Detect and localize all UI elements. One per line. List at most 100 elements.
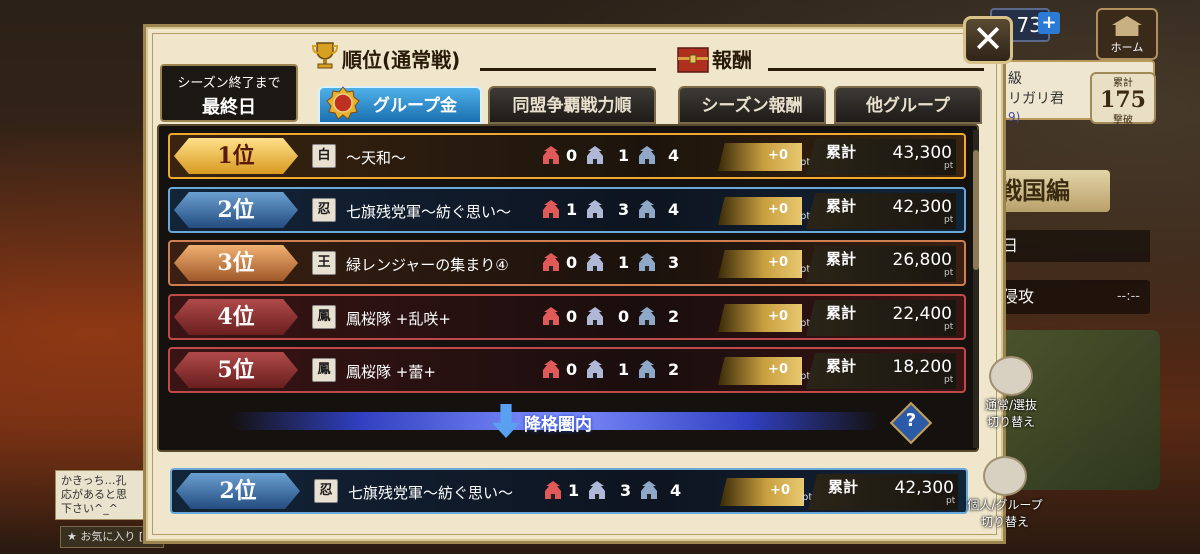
large-castle-icon	[589, 481, 605, 499]
group-switch-label-2: 切り替え	[980, 515, 1029, 529]
rank-badge: 3位	[174, 245, 298, 281]
group-switch-label-1: 個人/グループ	[967, 498, 1043, 512]
castle-count-small: 2	[668, 360, 680, 379]
defeat-count-unit: 撃破	[1113, 115, 1133, 126]
player-rank: 級	[1008, 71, 1022, 87]
reward-section-title: 報酬	[712, 48, 752, 72]
castle-count-large: 1	[618, 253, 630, 272]
group-name: 七旗残党軍〜紡ぐ思い〜	[348, 484, 514, 502]
castle-count-red: 1	[566, 200, 578, 219]
tab-alliance-power[interactable]: 同盟争覇戦力順	[488, 86, 656, 124]
mode-switch-label-1: 通常/選抜	[984, 398, 1038, 412]
castle-count-large: 1	[618, 146, 630, 165]
tab-other-groups[interactable]: 他グループ	[834, 86, 982, 124]
castle-count-small: 4	[668, 146, 680, 165]
castle-count-red: 1	[568, 481, 580, 500]
total-label: 累計	[826, 250, 857, 268]
total-label: 累計	[826, 143, 857, 161]
season-countdown-value: 最終日	[202, 97, 256, 118]
own-group-row[interactable]: 2位忍七旗残党軍〜紡ぐ思い〜 1 3 4 +0 pt 累計 42,300 pt	[170, 468, 968, 514]
chat-bubble[interactable]: かきっち…孔 応があると思 下さい^_^	[55, 470, 155, 520]
reward-chest-icon	[677, 47, 709, 73]
tab-season-reward[interactable]: シーズン報酬	[678, 86, 826, 124]
castle-count-small: 4	[668, 200, 680, 219]
total-value: 18,200	[892, 357, 952, 377]
group-switch-button[interactable]: 個人/グループ 切り替え	[962, 456, 1048, 530]
small-castle-icon	[641, 481, 657, 499]
total-value: 43,300	[892, 143, 952, 163]
group-flag-icon: 忍	[312, 198, 336, 222]
attack-label: 侵攻	[1002, 287, 1035, 306]
player-sub: 9)	[1008, 110, 1021, 124]
total-value: 42,300	[892, 197, 952, 217]
total-label: 累計	[826, 304, 857, 322]
total-unit: pt	[944, 215, 954, 225]
large-castle-icon	[587, 307, 603, 325]
total-unit: pt	[946, 496, 956, 506]
total-unit: pt	[944, 268, 954, 278]
ranking-row[interactable]: 3位王緑レンジャーの集まり④ 0 1 3 +0 pt 累計 26,800 pt	[168, 240, 966, 286]
reward-divider	[768, 68, 984, 71]
point-change: +0	[718, 143, 802, 171]
group-name: 七旗残党軍〜紡ぐ思い〜	[346, 203, 512, 221]
ranking-row[interactable]: 4位鳳鳳桜隊 +乱咲+ 0 0 2 +0 pt 累計 22,400 pt	[168, 294, 966, 340]
ranking-row[interactable]: 2位忍七旗残党軍〜紡ぐ思い〜 1 3 4 +0 pt 累計 42,300 pt	[168, 187, 966, 233]
rank-badge: 1位	[174, 138, 298, 174]
castle-count-large: 1	[618, 360, 630, 379]
home-icon	[1112, 16, 1142, 36]
home-button[interactable]: ホーム	[1096, 8, 1158, 60]
large-castle-icon	[587, 360, 603, 378]
group-name: 鳳桜隊 +蕾+	[346, 363, 436, 381]
total-label: 累計	[826, 197, 857, 215]
defeat-count-badge: 累計 175 撃破	[1090, 72, 1156, 126]
small-castle-icon	[639, 253, 655, 271]
red-castle-icon	[543, 360, 559, 378]
point-change: +0	[718, 250, 802, 278]
large-castle-icon	[587, 253, 603, 271]
rank-badge: 5位	[174, 352, 298, 388]
close-button[interactable]: ✕	[963, 16, 1013, 64]
scrollbar-thumb[interactable]	[973, 150, 979, 270]
point-change: +0	[718, 357, 802, 385]
mode-switch-button[interactable]: 通常/選抜 切り替え	[968, 356, 1054, 430]
small-castle-icon	[639, 146, 655, 164]
demotion-zone-label: 降格圏内	[524, 415, 592, 435]
rank-badge: 2位	[176, 473, 300, 509]
group-flag-icon: 王	[312, 251, 336, 275]
attack-status: 侵攻 --:--	[990, 280, 1150, 314]
total-value: 42,300	[894, 478, 954, 498]
red-castle-icon	[543, 146, 559, 164]
player-name: リガリ君	[1008, 91, 1064, 107]
ranking-divider	[480, 68, 656, 71]
group-name: 鳳桜隊 +乱咲+	[346, 310, 451, 328]
ranking-section-title: 順位(通常戦)	[342, 48, 461, 72]
large-castle-icon	[587, 146, 603, 164]
day-strip: 日	[990, 230, 1150, 262]
small-castle-icon	[639, 200, 655, 218]
ranking-row[interactable]: 5位鳳鳳桜隊 +蕾+ 0 1 2 +0 pt 累計 18,200 pt	[168, 347, 966, 393]
total-value: 22,400	[892, 304, 952, 324]
total-label: 累計	[826, 357, 857, 375]
help-icon: ?	[905, 410, 917, 431]
ranking-row[interactable]: 1位白〜天和〜 0 1 4 +0 pt 累計 43,300 pt	[168, 133, 966, 179]
red-castle-icon	[543, 200, 559, 218]
castle-count-small: 2	[668, 307, 680, 326]
point-change: +0	[718, 304, 802, 332]
total-unit: pt	[944, 161, 954, 171]
group-flag-icon: 鳳	[312, 358, 336, 382]
trophy-icon	[311, 42, 339, 69]
total-label: 累計	[828, 478, 859, 496]
group-name: 〜天和〜	[346, 149, 407, 167]
castle-count-red: 0	[566, 253, 578, 272]
add-resource-button[interactable]: +	[1038, 12, 1060, 34]
event-banner[interactable]: 戦国編	[990, 170, 1110, 212]
red-castle-icon	[545, 481, 561, 499]
castle-count-large: 0	[618, 307, 630, 326]
group-name: 緑レンジャーの集まり④	[346, 256, 509, 274]
trophy-swap-icon	[983, 456, 1027, 496]
gold-medal-icon	[326, 86, 360, 120]
rank-badge: 2位	[174, 192, 298, 228]
group-flag-icon: 鳳	[312, 305, 336, 329]
point-change: +0	[718, 197, 802, 225]
large-castle-icon	[587, 200, 603, 218]
